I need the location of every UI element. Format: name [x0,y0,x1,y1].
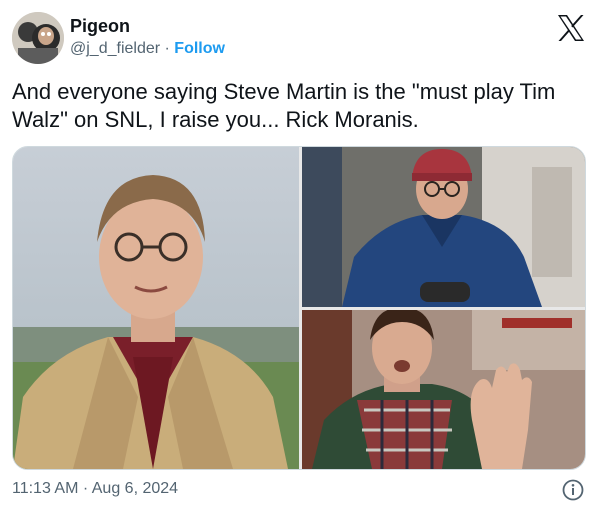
photo-man-red-beanie[interactable] [302,147,585,307]
tweet-text: And everyone saying Steve Martin is the … [12,79,556,132]
handle-row: @j_d_fielder · Follow [70,40,225,58]
timestamp[interactable]: 11:13 AM · Aug 6, 2024 [12,480,178,498]
photo-man-tan-blazer[interactable] [13,147,299,469]
tweet-card: Pigeon @j_d_fielder · Follow And everyon… [0,0,600,512]
avatar[interactable] [12,12,64,64]
dot-separator: · [160,40,175,57]
info-icon[interactable] [562,479,584,501]
author-name[interactable]: Pigeon [70,16,130,37]
photo-man-plaid-shirt[interactable] [302,310,585,469]
media-grid [12,146,586,470]
author-handle[interactable]: @j_d_fielder [70,40,160,57]
x-logo-icon[interactable] [556,14,586,42]
follow-button[interactable]: Follow [174,40,225,57]
